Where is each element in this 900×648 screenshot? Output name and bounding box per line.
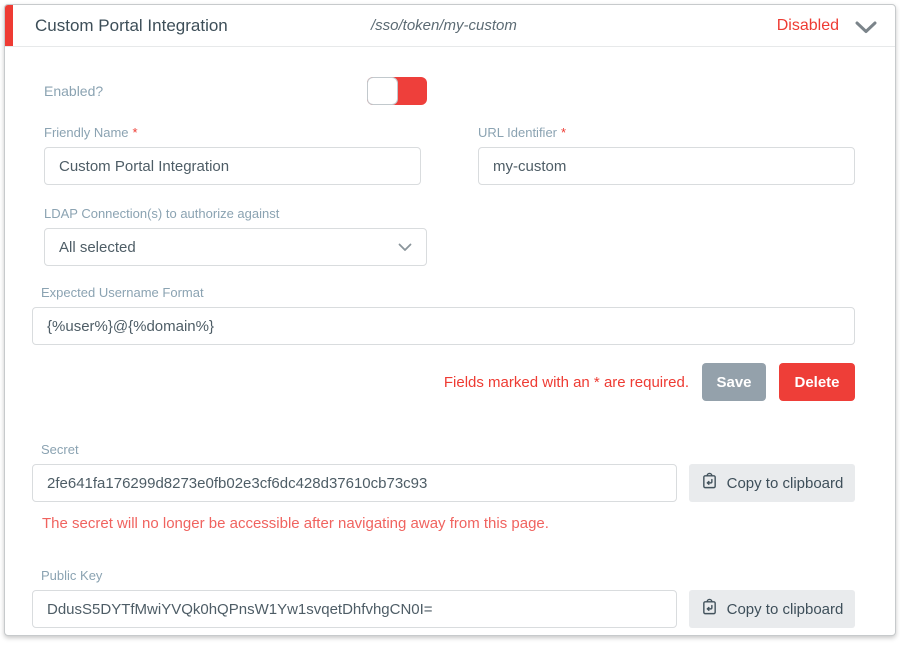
integration-card: Custom Portal Integration /sso/token/my-… bbox=[4, 4, 896, 636]
public-key-section: Public Key Copy to clipboard bbox=[32, 568, 855, 628]
chevron-down-icon bbox=[398, 239, 412, 256]
ldap-label: LDAP Connection(s) to authorize against bbox=[44, 206, 427, 221]
required-asterisk: * bbox=[561, 125, 566, 140]
required-fields-note: Fields marked with an * are required. bbox=[444, 374, 689, 391]
url-identifier-field-group: URL Identifier* bbox=[478, 125, 855, 185]
friendly-name-input[interactable] bbox=[44, 147, 421, 185]
copy-button-label: Copy to clipboard bbox=[727, 601, 844, 618]
card-header[interactable]: Custom Portal Integration /sso/token/my-… bbox=[5, 5, 895, 47]
sso-token-path: /sso/token/my-custom bbox=[371, 17, 517, 34]
public-key-input[interactable] bbox=[32, 590, 677, 628]
username-format-input[interactable] bbox=[32, 307, 855, 345]
delete-button[interactable]: Delete bbox=[779, 363, 855, 401]
actions-row: Fields marked with an * are required. Sa… bbox=[32, 363, 855, 401]
copy-secret-button[interactable]: Copy to clipboard bbox=[689, 464, 855, 502]
clipboard-copy-icon bbox=[701, 598, 718, 620]
username-format-label: Expected Username Format bbox=[41, 285, 855, 300]
toggle-knob bbox=[367, 77, 398, 105]
required-asterisk: * bbox=[133, 125, 138, 140]
enabled-toggle[interactable] bbox=[367, 77, 427, 105]
secret-section: Secret Copy to clipboard The secret bbox=[32, 442, 855, 532]
name-identifier-row: Friendly Name* URL Identifier* bbox=[44, 125, 855, 185]
copy-button-label: Copy to clipboard bbox=[727, 475, 844, 492]
header-accent-bar bbox=[5, 5, 13, 46]
username-format-field-group: Expected Username Format bbox=[32, 285, 855, 345]
secret-warning-text: The secret will no longer be accessible … bbox=[42, 515, 855, 532]
save-button[interactable]: Save bbox=[702, 363, 766, 401]
public-key-label: Public Key bbox=[41, 568, 855, 583]
clipboard-copy-icon bbox=[701, 472, 718, 494]
ldap-field-group: LDAP Connection(s) to authorize against … bbox=[44, 206, 427, 266]
enabled-label: Enabled? bbox=[44, 83, 103, 99]
card-body: Enabled? Friendly Name* URL Identifier* … bbox=[5, 47, 895, 628]
secret-input[interactable] bbox=[32, 464, 677, 502]
enabled-row: Enabled? bbox=[44, 77, 427, 105]
public-key-row: Copy to clipboard bbox=[32, 590, 855, 628]
ldap-selected-value: All selected bbox=[59, 239, 136, 256]
status-badge: Disabled bbox=[777, 17, 839, 35]
secret-row: Copy to clipboard bbox=[32, 464, 855, 502]
friendly-name-label: Friendly Name* bbox=[44, 125, 421, 140]
ldap-select[interactable]: All selected bbox=[44, 228, 427, 266]
url-identifier-input[interactable] bbox=[478, 147, 855, 185]
url-identifier-label: URL Identifier* bbox=[478, 125, 855, 140]
friendly-name-field-group: Friendly Name* bbox=[44, 125, 421, 185]
copy-public-key-button[interactable]: Copy to clipboard bbox=[689, 590, 855, 628]
page-title: Custom Portal Integration bbox=[35, 16, 228, 36]
chevron-down-icon[interactable] bbox=[855, 21, 877, 34]
secret-label: Secret bbox=[41, 442, 855, 457]
